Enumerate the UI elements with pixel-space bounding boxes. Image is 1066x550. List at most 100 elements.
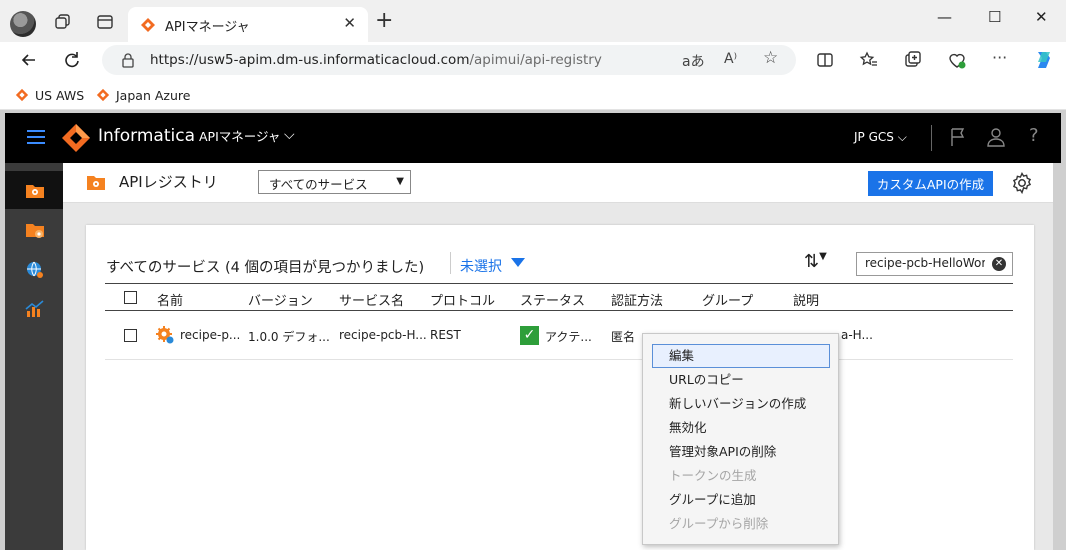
- api-registry-folder-icon[interactable]: [24, 180, 46, 202]
- menu-item-edit[interactable]: 編集: [652, 344, 830, 368]
- menu-item-add-to-group[interactable]: グループに追加: [652, 488, 830, 512]
- url-path: /apimui/api-registry: [469, 52, 602, 68]
- menu-item-remove-from-group: グループから削除: [669, 516, 769, 531]
- help-icon[interactable]: ?: [1029, 125, 1051, 147]
- column-header-name[interactable]: 名前: [157, 290, 183, 309]
- gear-icon[interactable]: [1011, 172, 1033, 194]
- column-header-auth[interactable]: 認証方法: [611, 290, 663, 309]
- org-name: JP GCS: [854, 130, 894, 144]
- bookmark-label: US AWS: [35, 87, 85, 103]
- tab-actions-icon[interactable]: [96, 13, 114, 31]
- page-title: APIレジストリ: [119, 173, 218, 191]
- header-divider: [931, 125, 932, 151]
- address-bar-row: https://usw5-apim.dm-us.informaticacloud…: [0, 42, 1066, 80]
- managed-api-folder-icon[interactable]: [24, 219, 46, 241]
- refresh-icon[interactable]: [62, 50, 82, 70]
- table-row[interactable]: recipe-p... 1.0.0 デフォ... recipe-pcb-H...…: [105, 311, 1013, 360]
- bookmark-japan-azure[interactable]: Japan Azure: [96, 86, 190, 104]
- api-list-panel: すべてのサービス (4 個の項目が見つかりました) 未選択 ⇅▼ ✕ 名前 バー…: [86, 225, 1034, 550]
- app-name: APIマネージャ: [199, 129, 281, 144]
- url-text: https://usw5-apim.dm-us.informaticacloud…: [150, 52, 602, 68]
- more-options-icon[interactable]: ···: [992, 48, 1007, 67]
- select-all-checkbox[interactable]: [124, 291, 137, 304]
- tab-close-icon[interactable]: ✕: [343, 14, 356, 32]
- row-context-menu: 編集 URLのコピー 新しいバージョンの作成 無効化 管理対象APIの削除 トー…: [642, 333, 839, 545]
- new-tab-button[interactable]: +: [375, 10, 393, 32]
- back-icon[interactable]: [19, 50, 39, 70]
- split-screen-icon[interactable]: [815, 50, 835, 70]
- menu-item-new-version[interactable]: 新しいバージョンの作成: [652, 392, 830, 416]
- cell-auth: 匿名: [611, 330, 636, 344]
- selection-filter[interactable]: 未選択: [460, 256, 502, 276]
- cell-name[interactable]: recipe-p...: [180, 328, 240, 342]
- app-brand[interactable]: Informatica APIマネージャ: [98, 126, 280, 146]
- profile-avatar[interactable]: [10, 11, 36, 37]
- informatica-favicon-icon: [141, 18, 155, 32]
- lock-icon[interactable]: [120, 52, 136, 68]
- column-header-description[interactable]: 説明: [793, 290, 819, 309]
- panel-divider: [450, 252, 451, 274]
- column-header-status[interactable]: ステータス: [520, 290, 585, 309]
- service-filter-value: すべてのサービス: [269, 177, 368, 192]
- analytics-chart-icon[interactable]: [24, 298, 46, 320]
- user-icon[interactable]: [985, 126, 1007, 148]
- service-filter-select[interactable]: すべてのサービス ▼: [258, 170, 411, 194]
- url-bar[interactable]: https://usw5-apim.dm-us.informaticacloud…: [102, 45, 796, 75]
- minimize-button[interactable]: —: [937, 8, 952, 26]
- org-selector[interactable]: JP GCS ⌵: [854, 130, 907, 145]
- active-tab[interactable]: APIマネージャ ✕: [128, 7, 368, 42]
- api-search-globe-icon[interactable]: [24, 259, 46, 281]
- url-host: https://usw5-apim.dm-us.informaticacloud…: [150, 52, 470, 68]
- tab-title: APIマネージャ: [165, 20, 250, 35]
- row-checkbox[interactable]: [124, 329, 137, 342]
- cell-version: 1.0.0 デフォ...: [248, 330, 330, 344]
- maximize-button[interactable]: ☐: [988, 8, 1001, 26]
- close-window-button[interactable]: ✕: [1035, 8, 1048, 26]
- search-input[interactable]: [865, 256, 985, 270]
- browser-essentials-icon[interactable]: [947, 50, 967, 70]
- create-custom-api-button[interactable]: カスタムAPIの作成: [868, 171, 993, 196]
- menu-icon[interactable]: [27, 130, 45, 144]
- browser-tab-bar: APIマネージャ ✕ + — ☐ ✕: [0, 0, 1066, 42]
- chevron-down-icon: ⌵: [897, 130, 907, 144]
- api-gear-icon: [156, 326, 174, 344]
- brand-name: Informatica: [98, 126, 195, 146]
- favorites-icon[interactable]: [859, 50, 879, 70]
- copilot-icon[interactable]: [1032, 48, 1056, 72]
- informatica-logo-icon: [62, 124, 90, 152]
- cell-status: アクテ...: [545, 330, 592, 344]
- collections-icon[interactable]: [903, 50, 923, 70]
- panel-title: すべてのサービス (4 個の項目が見つかりました): [106, 260, 425, 276]
- table-header: 名前 バージョン サービス名 プロトコル ステータス 認証方法 グループ 説明: [105, 283, 1013, 311]
- bookmark-label: Japan Azure: [116, 87, 191, 103]
- menu-item-copy-url[interactable]: URLのコピー: [652, 368, 830, 392]
- left-navigation: [5, 163, 63, 550]
- cell-protocol: REST: [430, 328, 461, 342]
- cell-description: a-H...: [841, 328, 873, 342]
- menu-item-disable[interactable]: 無効化: [652, 416, 830, 440]
- app-header: Informatica APIマネージャ ⌵ JP GCS ⌵ ?: [5, 113, 1061, 163]
- selection-filter-triangle-icon[interactable]: [511, 258, 525, 267]
- favorite-star-icon[interactable]: ☆: [763, 48, 778, 68]
- app-switcher-chevron-icon[interactable]: ⌵: [284, 127, 295, 143]
- search-field[interactable]: ✕: [856, 252, 1013, 276]
- bookmarks-bar: US AWS Japan Azure: [0, 80, 1066, 110]
- clear-search-icon[interactable]: ✕: [992, 257, 1006, 271]
- dropdown-arrow-icon: ▼: [396, 176, 404, 187]
- cell-service: recipe-pcb-H...: [339, 328, 427, 342]
- status-active-check-icon: ✓: [520, 326, 539, 345]
- api-registry-folder-icon: [87, 176, 105, 190]
- menu-item-delete-managed-api[interactable]: 管理対象APIの削除: [652, 440, 830, 464]
- bookmark-us-aws[interactable]: US AWS: [15, 86, 84, 104]
- column-header-protocol[interactable]: プロトコル: [430, 290, 495, 309]
- column-header-group[interactable]: グループ: [702, 290, 753, 309]
- workspaces-icon[interactable]: [54, 13, 72, 31]
- column-header-version[interactable]: バージョン: [248, 290, 313, 309]
- flag-icon[interactable]: [947, 126, 969, 148]
- read-aloud-icon[interactable]: A⁾: [724, 51, 737, 67]
- translate-icon[interactable]: aあ: [682, 51, 705, 71]
- page-toolbar: APIレジストリ すべてのサービス ▼ カスタムAPIの作成: [63, 163, 1053, 203]
- sort-icon[interactable]: ⇅▼: [804, 251, 827, 272]
- column-header-service[interactable]: サービス名: [339, 290, 404, 309]
- informatica-icon: [96, 88, 110, 102]
